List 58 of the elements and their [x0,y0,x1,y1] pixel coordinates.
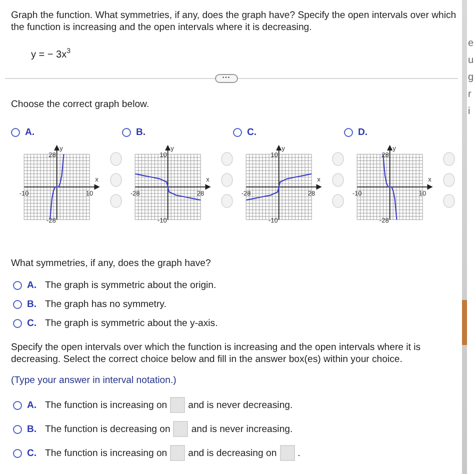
choice-text: and is decreasing on [188,448,277,459]
choice-text: The function is decreasing on [45,424,170,435]
choice-letter: B. [27,424,38,435]
choice-letter: A. [25,127,35,138]
radio-button[interactable] [11,128,20,138]
choice-letter: A. [27,400,38,411]
question-text: Specify the open intervals over which the function is increasing and the open intervals where it is decreasing. Select the correct choice below and fill in the answer box(es) within your choice. [11,342,422,366]
zoom-in-button[interactable] [332,152,344,166]
scrollbar[interactable] [462,0,467,474]
radio-button[interactable] [122,128,131,138]
choice-letter: C. [247,127,257,138]
choice-text: and is never increasing. [191,424,293,435]
zoom-out-button[interactable] [110,173,122,188]
radio-button[interactable] [344,128,353,138]
choice-letter: C. [27,318,38,330]
cut-off-text: e [468,38,474,50]
zoom-out-button[interactable] [221,173,233,188]
instruction-text: Choose the correct graph below. [11,99,150,112]
choice-text: The function is increasing on [45,448,168,459]
choice-letter: C. [27,448,38,459]
radio-button[interactable] [13,400,22,410]
cut-off-text: i [468,106,472,118]
answer-box[interactable] [170,397,186,414]
choice-letter: B. [136,127,146,138]
radio-button[interactable] [13,319,22,328]
choice-text: The function is increasing on [45,400,168,411]
equation: y = − 3x$^{3}$ [31,48,72,60]
popout-button[interactable] [443,194,455,208]
popout-button[interactable] [221,194,233,208]
zoom-out-button[interactable] [332,173,344,188]
radio-button[interactable] [13,448,22,458]
radio-button[interactable] [233,128,242,138]
zoom-in-button[interactable] [443,152,455,166]
zoom-in-button[interactable] [110,152,122,166]
choice-text: The graph is symmetric about the y-axis. [45,318,218,330]
cut-off-text: r [468,89,472,101]
answer-box[interactable] [173,421,188,438]
cut-off-text: g [468,72,474,84]
popout-button[interactable] [332,194,344,208]
radio-button[interactable] [13,281,22,290]
choice-text: The graph has no symmetry. [45,299,166,310]
radio-button[interactable] [13,300,22,310]
choice-letter: D. [358,127,368,138]
hint-text: (Type your answer in interval notation.) [11,375,178,388]
cut-off-text: u [468,55,474,67]
choice-text: and is never decreasing. [188,400,293,411]
zoom-in-button[interactable] [221,152,233,166]
zoom-out-button[interactable] [443,173,455,188]
choice-text: The graph is symmetric about the origin. [45,280,216,292]
choice-letter: A. [27,280,38,292]
question-text: What symmetries, if any, does the graph have? [11,258,212,270]
answer-box[interactable] [170,445,186,462]
question-text: Graph the function. What symmetries, if any, does the graph have? Specify the open intervals over which the function is increasing and the open intervals where it is decreasing. [11,10,458,34]
answer-box[interactable] [280,445,295,462]
popout-button[interactable] [110,194,122,208]
radio-button[interactable] [13,424,22,434]
choice-letter: B. [27,299,38,310]
choice-text: . [298,448,300,459]
